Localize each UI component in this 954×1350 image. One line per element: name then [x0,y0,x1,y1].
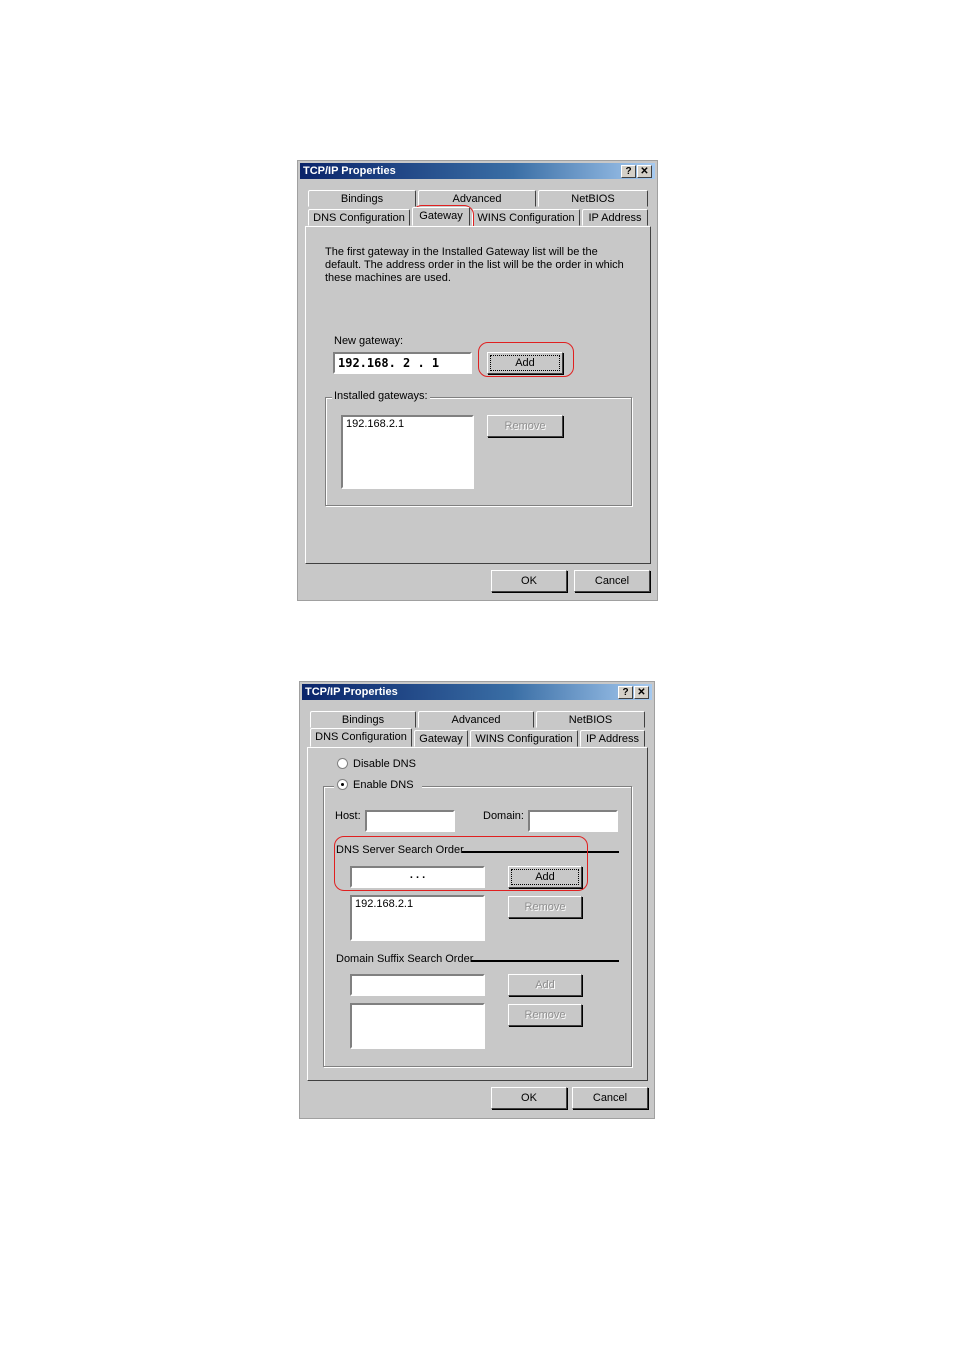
cancel-button[interactable]: Cancel [574,570,650,592]
window-title: TCP/IP Properties [303,165,396,177]
tab-bindings[interactable]: Bindings [308,190,416,207]
tab-dns-configuration[interactable]: DNS Configuration [308,209,410,226]
domain-suffix-list[interactable] [350,1003,485,1049]
ok-button[interactable]: OK [491,1087,567,1109]
tab-netbios[interactable]: NetBIOS [536,711,645,728]
enable-dns-label: Enable DNS [353,779,414,791]
tab-panel: Disable DNS Enable DNS Host: Domain: DNS… [307,747,648,1081]
tab-wins-configuration[interactable]: WINS Configuration [472,209,580,226]
gateway-description: The first gateway in the Installed Gatew… [325,246,624,284]
remove-gateway-button[interactable]: Remove [487,415,563,437]
help-button[interactable]: ? [618,686,633,699]
tab-gateway[interactable]: Gateway [412,207,470,226]
title-bar: TCP/IP Properties ? ✕ [302,684,652,700]
tab-wins-configuration[interactable]: WINS Configuration [470,730,578,747]
tab-ip-address[interactable]: IP Address [582,209,648,226]
dns-server-list[interactable]: 192.168.2.1 [350,895,485,941]
domain-suffix-divider [471,960,619,962]
host-input[interactable] [365,810,455,832]
tcpip-dialog-gateway: TCP/IP Properties ? ✕ Bindings Advanced … [297,160,658,601]
tcpip-dialog-dns: TCP/IP Properties ? ✕ Bindings Advanced … [299,681,655,1119]
title-bar: TCP/IP Properties ? ✕ [300,163,655,179]
window-title: TCP/IP Properties [305,686,398,698]
add-suffix-button[interactable]: Add [508,974,582,996]
add-button-highlight [478,342,574,377]
new-gateway-input[interactable]: 192.168. 2 . 1 [333,352,472,374]
installed-gateways-list[interactable]: 192.168.2.1 [341,415,474,489]
tab-dns-configuration[interactable]: DNS Configuration [310,728,412,747]
close-icon[interactable]: ✕ [637,165,652,178]
remove-dns-button[interactable]: Remove [508,896,582,918]
host-label: Host: [335,810,361,822]
domain-input[interactable] [528,810,618,832]
remove-suffix-button[interactable]: Remove [508,1004,582,1026]
domain-suffix-input[interactable] [350,974,485,996]
help-button[interactable]: ? [621,165,636,178]
cancel-button[interactable]: Cancel [572,1087,648,1109]
installed-gateways-label: Installed gateways: [332,390,430,402]
domain-suffix-label: Domain Suffix Search Order [336,953,474,965]
domain-label: Domain: [483,810,524,822]
new-gateway-label: New gateway: [334,335,404,347]
dns-search-highlight [334,836,588,891]
close-icon[interactable]: ✕ [634,686,649,699]
tab-ip-address[interactable]: IP Address [580,730,645,747]
enable-dns-radio[interactable] [337,779,348,790]
tab-bindings[interactable]: Bindings [310,711,416,728]
list-item[interactable]: 192.168.2.1 [346,418,469,430]
disable-dns-radio[interactable] [337,758,348,769]
disable-dns-label: Disable DNS [353,758,416,770]
tab-panel: The first gateway in the Installed Gatew… [305,226,651,564]
ok-button[interactable]: OK [491,570,567,592]
tab-gateway[interactable]: Gateway [414,730,468,747]
tab-advanced[interactable]: Advanced [418,711,534,728]
tab-netbios[interactable]: NetBIOS [538,190,648,207]
list-item[interactable]: 192.168.2.1 [355,898,480,910]
